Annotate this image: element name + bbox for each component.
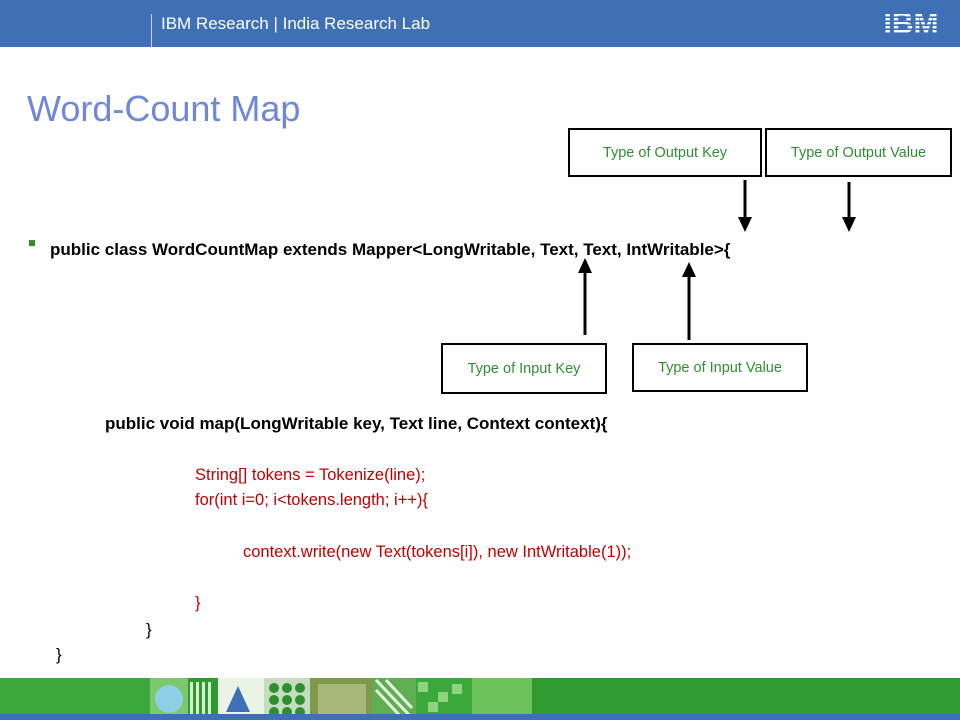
annotation-input-value: Type of Input Value: [632, 343, 808, 392]
arrowhead-output-value: [842, 217, 856, 232]
arrowhead-output-key: [738, 217, 752, 232]
code-close-class: }: [56, 645, 62, 664]
header-divider: [151, 14, 152, 47]
footer-decorative-strip: [0, 678, 960, 720]
class-declaration: public class WordCountMap extends Mapper…: [50, 240, 731, 259]
ibm-logo-icon: IBM: [884, 7, 939, 38]
arrowhead-input-key: [578, 258, 592, 273]
code-line-for-loop: for(int i=0; i<tokens.length; i++){: [195, 491, 428, 509]
header-text: IBM Research | India Research Lab: [161, 14, 430, 34]
code-line-tokenize: String[] tokens = Tokenize(line);: [195, 466, 426, 484]
arrowhead-input-value: [682, 262, 696, 277]
annotation-output-value: Type of Output Value: [765, 128, 952, 177]
annotation-input-key: Type of Input Key: [441, 343, 607, 394]
code-line-close-loop: }: [195, 594, 201, 612]
page-title: Word-Count Map: [27, 88, 301, 129]
code-line-context-write: context.write(new Text(tokens[i]), new I…: [243, 543, 632, 561]
header-separator: |: [273, 14, 278, 33]
method-signature: public void map(LongWritable key, Text l…: [105, 414, 608, 433]
code-close-method: }: [146, 620, 152, 639]
ibm-logo-text: IBM: [884, 7, 939, 38]
header-lab: India Research Lab: [282, 14, 431, 33]
square-bullet-icon: [29, 240, 35, 246]
header-org: IBM Research: [161, 14, 269, 33]
header-bar: [0, 0, 960, 47]
annotation-output-key: Type of Output Key: [568, 128, 762, 177]
